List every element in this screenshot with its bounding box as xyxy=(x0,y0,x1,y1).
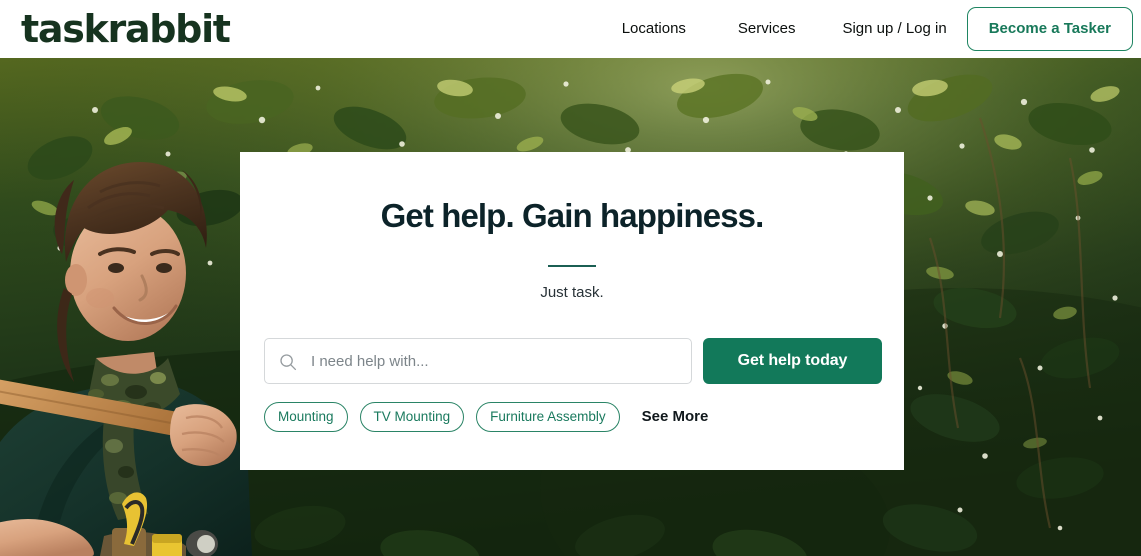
primary-nav: Locations Services Sign up / Log in Beco… xyxy=(622,0,1133,58)
hero-title: Get help. Gain happiness. xyxy=(380,197,765,234)
site-header: taskrabbit Locations Services Sign up / … xyxy=(0,0,1141,58)
become-a-tasker-button[interactable]: Become a Tasker xyxy=(966,7,1133,51)
get-help-today-button[interactable]: Get help today xyxy=(703,338,882,384)
chip-tv-mounting[interactable]: TV Mounting xyxy=(359,402,465,432)
hero-search-row: Get help today xyxy=(264,338,882,384)
chip-mounting[interactable]: Mounting xyxy=(264,402,348,432)
nav-link-locations[interactable]: Locations xyxy=(622,14,686,44)
nav-link-services[interactable]: Services xyxy=(738,14,796,44)
nav-link-signup-login[interactable]: Sign up / Log in xyxy=(842,14,946,44)
see-more-link[interactable]: See More xyxy=(642,408,709,426)
hero-card: Get help. Gain happiness. Just task. Get… xyxy=(240,152,904,470)
search-input[interactable] xyxy=(265,339,691,383)
page-root: taskrabbit Locations Services Sign up / … xyxy=(0,0,1141,556)
taskrabbit-logo[interactable]: taskrabbit xyxy=(21,7,231,51)
search-box[interactable] xyxy=(264,338,692,384)
title-divider xyxy=(548,265,596,267)
suggested-services-chips: Mounting TV Mounting Furniture Assembly … xyxy=(264,402,708,432)
search-icon xyxy=(279,353,297,371)
chip-furniture-assembly[interactable]: Furniture Assembly xyxy=(476,402,620,432)
hero-subtitle: Just task. xyxy=(540,284,604,301)
